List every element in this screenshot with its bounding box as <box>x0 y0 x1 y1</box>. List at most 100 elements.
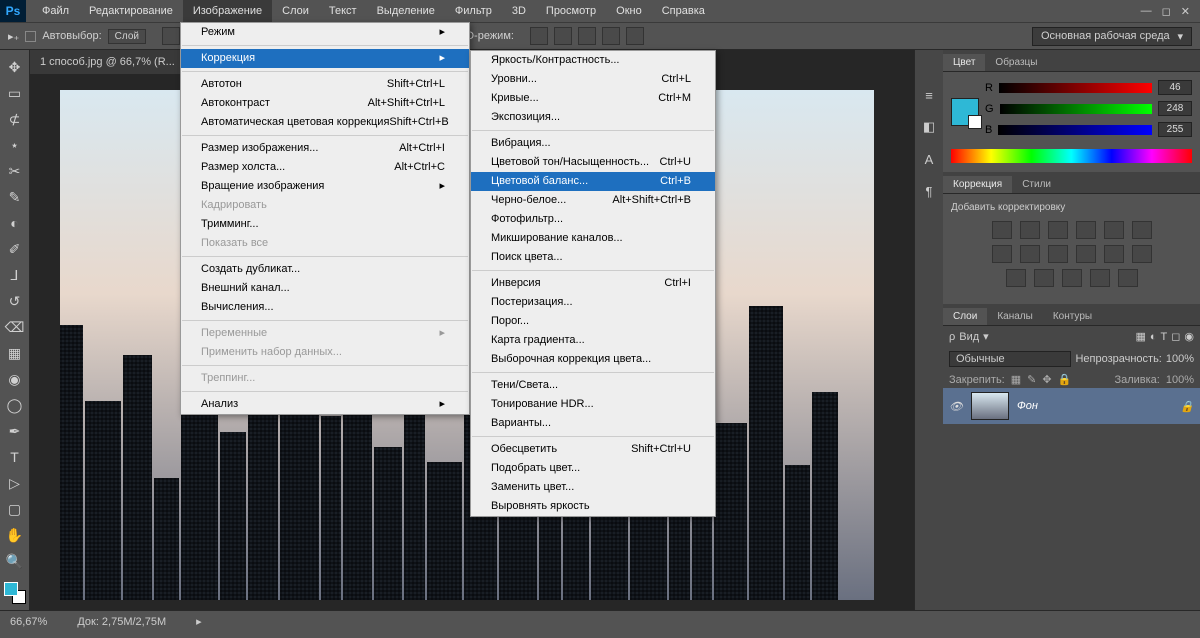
menu-редактирование[interactable]: Редактирование <box>79 0 183 22</box>
filter-icon[interactable]: ◻ <box>1171 330 1180 343</box>
menu-item[interactable]: Цветовой тон/Насыщенность...Ctrl+U <box>471 153 715 172</box>
menu-справка[interactable]: Справка <box>652 0 715 22</box>
g-slider[interactable] <box>1000 104 1152 114</box>
menu-item[interactable]: Порог... <box>471 312 715 331</box>
menu-item[interactable]: Яркость/Контрастность... <box>471 51 715 70</box>
tab-adjustments[interactable]: Коррекция <box>943 176 1012 193</box>
layer-thumbnail[interactable] <box>971 392 1009 420</box>
menu-item[interactable]: Коррекция▸ <box>181 49 469 68</box>
filter-icon[interactable]: ◐ <box>1150 331 1157 343</box>
layer-row[interactable]: 👁 Фон 🔒 <box>943 388 1200 424</box>
menu-изображение[interactable]: Изображение <box>183 0 272 22</box>
menu-item[interactable]: Поиск цвета... <box>471 248 715 267</box>
spectrum-bar[interactable] <box>951 149 1192 163</box>
lock-icon[interactable]: ▦ <box>1011 373 1021 386</box>
zoom-tool-icon[interactable]: 🔍 <box>4 550 26 572</box>
autoselect-dropdown[interactable]: Слой <box>108 29 146 44</box>
marquee-tool-icon[interactable]: ▭ <box>4 82 26 104</box>
menu-item[interactable]: Вычисления... <box>181 298 469 317</box>
adjustment-icon[interactable] <box>1020 245 1040 263</box>
filter-icon[interactable]: ▦ <box>1135 330 1145 343</box>
menu-item[interactable]: ОбесцветитьShift+Ctrl+U <box>471 440 715 459</box>
menu-текст[interactable]: Текст <box>319 0 367 22</box>
shape-tool-icon[interactable]: ▢ <box>4 498 26 520</box>
menu-item[interactable]: Карта градиента... <box>471 331 715 350</box>
menu-item[interactable]: Тримминг... <box>181 215 469 234</box>
adjustment-icon[interactable] <box>1132 221 1152 239</box>
menu-item[interactable]: Анализ▸ <box>181 395 469 414</box>
lock-icon[interactable]: ✎ <box>1027 373 1036 386</box>
b-slider[interactable] <box>998 125 1152 135</box>
character-icon[interactable]: A <box>920 150 938 168</box>
adjustment-icon[interactable] <box>1104 245 1124 263</box>
tab-swatches[interactable]: Образцы <box>985 54 1047 71</box>
menu-item[interactable]: Размер изображения...Alt+Ctrl+I <box>181 139 469 158</box>
menu-item[interactable]: Выровнять яркость <box>471 497 715 516</box>
g-value[interactable]: 248 <box>1158 101 1192 116</box>
menu-слои[interactable]: Слои <box>272 0 319 22</box>
type-tool-icon[interactable]: T <box>4 446 26 468</box>
menu-item[interactable]: Вибрация... <box>471 134 715 153</box>
menu-item[interactable]: ИнверсияCtrl+I <box>471 274 715 293</box>
opacity-value[interactable]: 100% <box>1166 353 1194 365</box>
align-icon[interactable] <box>162 27 180 45</box>
lock-icon[interactable]: 🔒 <box>1058 373 1072 386</box>
3d-icon[interactable] <box>554 27 572 45</box>
fill-value[interactable]: 100% <box>1166 374 1194 386</box>
menu-item[interactable]: Тени/Света... <box>471 376 715 395</box>
adjustment-icon[interactable] <box>1090 269 1110 287</box>
history-tool-icon[interactable]: ↺ <box>4 290 26 312</box>
filter-icon[interactable]: ◉ <box>1184 330 1194 343</box>
adjustment-icon[interactable] <box>1006 269 1026 287</box>
menu-item[interactable]: Подобрать цвет... <box>471 459 715 478</box>
menu-item[interactable]: Постеризация... <box>471 293 715 312</box>
menu-item[interactable]: Фотофильтр... <box>471 210 715 229</box>
menu-item[interactable]: Варианты... <box>471 414 715 433</box>
menu-item[interactable]: Внешний канал... <box>181 279 469 298</box>
hand-tool-icon[interactable]: ✋ <box>4 524 26 546</box>
menu-выделение[interactable]: Выделение <box>367 0 445 22</box>
adjustment-icon[interactable] <box>1076 221 1096 239</box>
3d-icon[interactable] <box>530 27 548 45</box>
menu-item[interactable]: Экспозиция... <box>471 108 715 127</box>
adjustment-icon[interactable] <box>1020 221 1040 239</box>
move-tool-icon[interactable]: ✥ <box>4 56 26 78</box>
adjustment-icon[interactable] <box>1132 245 1152 263</box>
menu-item[interactable]: Цветовой баланс...Ctrl+B <box>471 172 715 191</box>
menu-item[interactable]: Вращение изображения▸ <box>181 177 469 196</box>
tab-styles[interactable]: Стили <box>1012 176 1061 193</box>
path-tool-icon[interactable]: ▷ <box>4 472 26 494</box>
3d-icon[interactable] <box>626 27 644 45</box>
adjustment-icon[interactable] <box>1076 245 1096 263</box>
lock-icon[interactable]: ✥ <box>1042 373 1051 386</box>
tab-channels[interactable]: Каналы <box>987 308 1043 325</box>
move-tool-icon[interactable]: ▸₊ <box>8 30 19 43</box>
blend-mode-dropdown[interactable]: Обычные <box>949 351 1071 367</box>
menu-item[interactable]: Автоматическая цветовая коррекцияShift+C… <box>181 113 469 132</box>
heal-tool-icon[interactable]: ◐ <box>4 212 26 234</box>
menu-item[interactable]: Размер холста...Alt+Ctrl+C <box>181 158 469 177</box>
adjustment-icon[interactable] <box>1062 269 1082 287</box>
3d-icon[interactable] <box>602 27 620 45</box>
b-value[interactable]: 255 <box>1158 122 1192 137</box>
maximize-icon[interactable]: ◻ <box>1162 5 1171 18</box>
wand-tool-icon[interactable]: ⋆ <box>4 134 26 156</box>
menu-item[interactable]: Режим▸ <box>181 23 469 42</box>
pen-tool-icon[interactable]: ✒ <box>4 420 26 442</box>
adjustment-icon[interactable] <box>992 245 1012 263</box>
gradient-tool-icon[interactable]: ▦ <box>4 342 26 364</box>
menu-3d[interactable]: 3D <box>502 0 536 22</box>
lasso-tool-icon[interactable]: ⊄ <box>4 108 26 130</box>
menu-item[interactable]: Создать дубликат... <box>181 260 469 279</box>
tab-color[interactable]: Цвет <box>943 54 985 71</box>
menu-item[interactable]: Заменить цвет... <box>471 478 715 497</box>
blur-tool-icon[interactable]: ◉ <box>4 368 26 390</box>
autoselect-checkbox[interactable] <box>25 31 36 42</box>
3d-icon[interactable] <box>578 27 596 45</box>
zoom-value[interactable]: 66,67% <box>10 616 47 628</box>
color-swatch[interactable] <box>4 582 26 604</box>
document-tab[interactable]: 1 способ.jpg @ 66,7% (R... <box>30 50 190 74</box>
crop-tool-icon[interactable]: ✂ <box>4 160 26 182</box>
menu-item[interactable]: Тонирование HDR... <box>471 395 715 414</box>
adjustment-icon[interactable] <box>992 221 1012 239</box>
